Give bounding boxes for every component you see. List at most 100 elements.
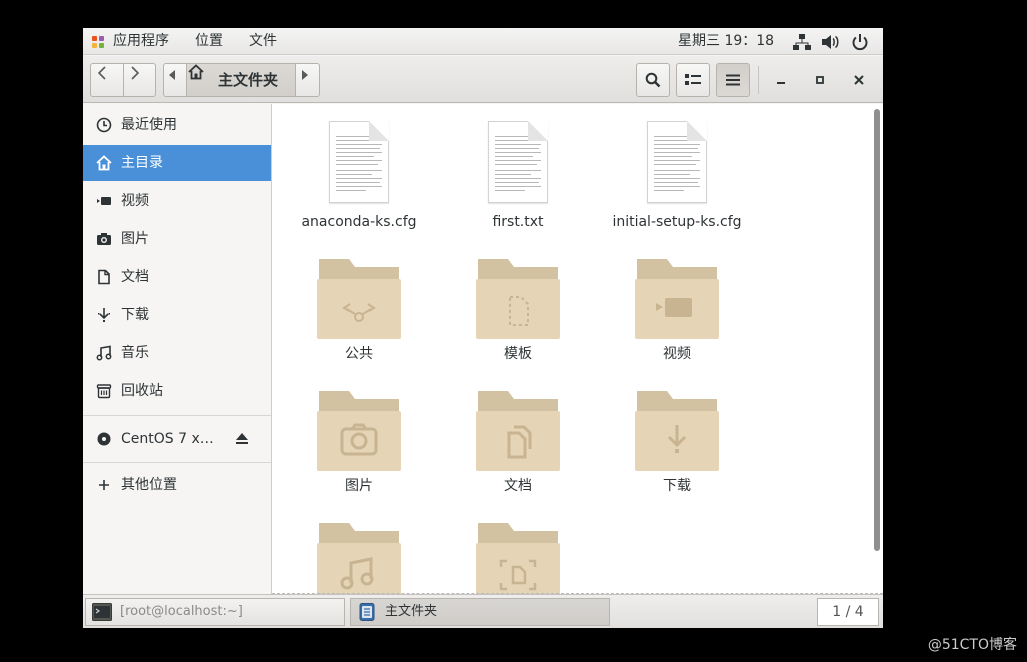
task-files[interactable]: 主文件夹 [350, 598, 610, 626]
folder-icon [317, 259, 401, 339]
path-label: 主文件夹 [218, 71, 279, 89]
file-name: 模板 [504, 346, 532, 362]
clock[interactable]: 星期三 19：18 [678, 28, 774, 55]
places-menu[interactable]: 位置 [195, 28, 223, 55]
path-home-button[interactable]: 主文件夹 [187, 64, 295, 96]
sidebar-item-label: 文档 [121, 269, 149, 285]
folder-item[interactable]: 文档 [438, 389, 598, 499]
folder-icon [476, 259, 560, 339]
maximize-button[interactable] [810, 70, 830, 90]
search-icon [645, 72, 661, 88]
file-name: 图片 [345, 478, 373, 494]
sidebar-item-label: 视频 [121, 193, 149, 209]
plus-icon [99, 480, 109, 490]
triangle-right-icon [302, 70, 308, 80]
file-name: first.txt [492, 214, 544, 230]
history-nav-group [90, 63, 156, 97]
task-label: 主文件夹 [385, 604, 438, 619]
sidebar-item-label: 主目录 [121, 155, 163, 171]
path-scroll-left-button[interactable] [164, 64, 186, 96]
camera-icon [97, 233, 111, 245]
sidebar-item-label: 回收站 [121, 383, 163, 399]
sidebar-item-device[interactable]: CentOS 7 x… [83, 421, 271, 457]
task-terminal[interactable]: [root@localhost:~] [85, 598, 345, 626]
file-name: anaconda-ks.cfg [301, 214, 417, 230]
folder-item[interactable]: 视频 [597, 257, 757, 367]
sidebar-item-label: 下载 [121, 307, 149, 323]
hamburger-menu-icon [726, 74, 740, 86]
path-scroll-right-button[interactable] [296, 64, 320, 96]
folder-item[interactable] [438, 521, 598, 594]
power-icon[interactable] [850, 32, 870, 52]
file-item[interactable]: first.txt [438, 121, 598, 241]
volume-icon[interactable] [820, 32, 840, 52]
desktop-screen: 应用程序 位置 文件 星期三 19：18 主文件夹 最近使用 主目录 视频 图片… [83, 28, 883, 628]
download-icon [98, 308, 110, 322]
watermark: @51CTO博客 [927, 637, 1017, 653]
sidebar-item-label: 音乐 [121, 345, 149, 361]
sidebar-item-label: CentOS 7 x… [121, 431, 214, 447]
forward-button[interactable] [124, 64, 156, 96]
sidebar-item-label: 图片 [121, 231, 149, 247]
search-button[interactable] [636, 63, 670, 97]
file-name: 文档 [504, 478, 532, 494]
sidebar-item-recent[interactable]: 最近使用 [83, 107, 271, 143]
home-icon [188, 64, 204, 80]
file-view: anaconda-ks.cfg first.txt initial-setup-… [272, 104, 883, 594]
sidebar-item-trash[interactable]: 回收站 [83, 373, 271, 409]
sidebar-item-other-locations[interactable]: 其他位置 [83, 467, 271, 503]
folder-item[interactable] [279, 521, 439, 594]
sidebar: 最近使用 主目录 视频 图片 文档 下载 音乐 回收站 CentOS 7 x… … [83, 104, 272, 594]
sidebar-item-pictures[interactable]: 图片 [83, 221, 271, 257]
minimize-button[interactable] [771, 70, 791, 90]
folder-item[interactable]: 下载 [597, 389, 757, 499]
chevron-right-icon [131, 66, 140, 80]
folder-icon [476, 391, 560, 471]
sidebar-item-downloads[interactable]: 下载 [83, 297, 271, 333]
sidebar-item-label: 其他位置 [121, 477, 177, 493]
sidebar-item-music[interactable]: 音乐 [83, 335, 271, 371]
taskbar: [root@localhost:~] 主文件夹 1 / 4 [83, 594, 883, 628]
file-item[interactable]: initial-setup-ks.cfg [597, 121, 757, 241]
task-label: [root@localhost:~] [120, 604, 243, 619]
applications-logo-icon [92, 36, 104, 48]
sidebar-divider [83, 462, 271, 463]
file-name: 下载 [663, 478, 691, 494]
file-name: 视频 [663, 346, 691, 362]
chevron-left-icon [97, 66, 106, 80]
menu-button[interactable] [716, 63, 750, 97]
scrollbar[interactable] [874, 109, 880, 551]
text-file-icon [488, 121, 548, 203]
close-button[interactable] [849, 70, 869, 90]
sidebar-item-videos[interactable]: 视频 [83, 183, 271, 219]
path-bar: 主文件夹 [163, 63, 320, 97]
file-item[interactable]: anaconda-ks.cfg [279, 121, 439, 241]
video-icon [97, 197, 111, 205]
folder-icon [635, 259, 719, 339]
folder-item[interactable]: 公共 [279, 257, 439, 367]
view-mode-button[interactable] [676, 63, 710, 97]
workspace-pager[interactable]: 1 / 4 [817, 598, 879, 626]
triangle-left-icon [169, 70, 175, 80]
folder-icon [317, 523, 401, 594]
list-view-icon [685, 74, 701, 85]
trash-icon [96, 384, 112, 399]
network-icon[interactable] [792, 32, 812, 52]
sidebar-item-home[interactable]: 主目录 [83, 145, 271, 181]
terminal-icon [92, 603, 112, 621]
file-name: initial-setup-ks.cfg [612, 214, 742, 230]
home-icon [96, 155, 112, 171]
applications-menu[interactable]: 应用程序 [113, 28, 169, 55]
folder-item[interactable]: 模板 [438, 257, 598, 367]
file-name: 公共 [345, 346, 373, 362]
folder-icon [476, 523, 560, 594]
back-button[interactable] [91, 64, 123, 96]
eject-icon[interactable] [235, 432, 249, 445]
sidebar-item-documents[interactable]: 文档 [83, 259, 271, 295]
music-icon [96, 345, 112, 361]
file-menu[interactable]: 文件 [249, 28, 277, 55]
clock-icon [96, 117, 112, 133]
disc-icon [97, 432, 111, 446]
sidebar-item-label: 最近使用 [121, 117, 177, 133]
folder-item[interactable]: 图片 [279, 389, 439, 499]
